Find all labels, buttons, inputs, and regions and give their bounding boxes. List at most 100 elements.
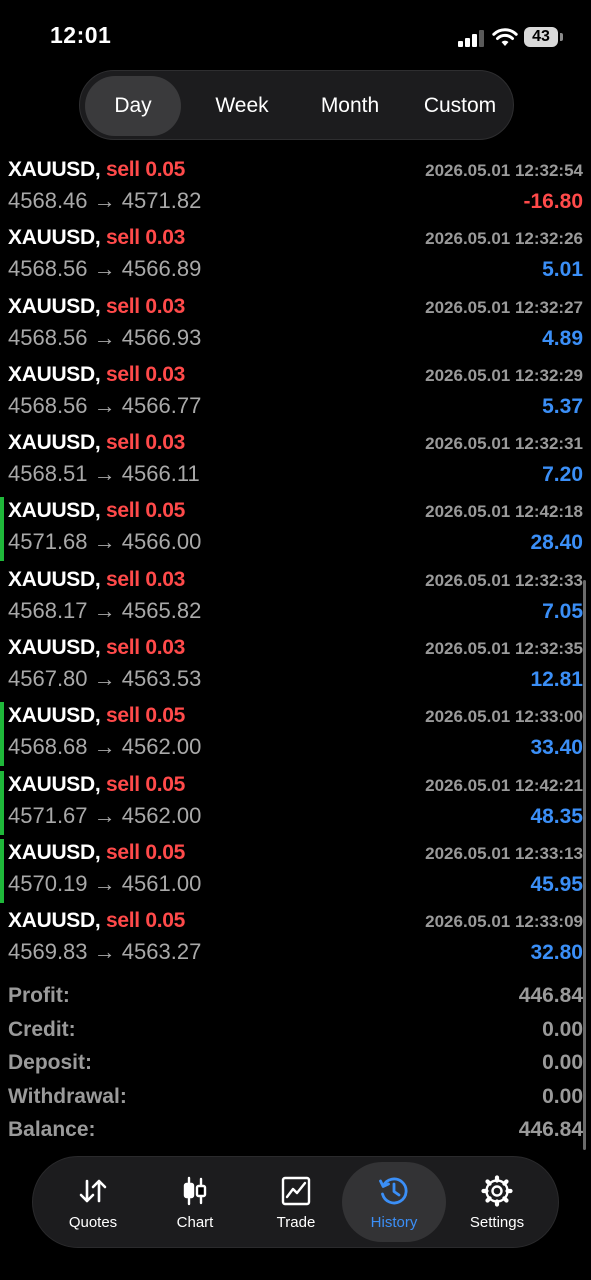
period-tab-day[interactable]: Day (85, 76, 181, 136)
arrow-right-icon: → (93, 188, 116, 213)
deal-symbol: XAUUSD, (8, 158, 101, 181)
deal-volume: 0.03 (145, 567, 186, 591)
tab-trade-label: Trade (276, 1213, 316, 1231)
summary-row-profit: Profit: 446.84 (0, 980, 591, 1014)
deal-side: sell (105, 567, 140, 591)
deal-open-price: 4568.46 (8, 188, 88, 213)
deal-prices: 4568.56 → 4566.93 (8, 325, 201, 351)
deal-open-price: 4568.56 (8, 392, 88, 418)
deal-row[interactable]: XAUUSD, sell 0.03 2026.05.01 12:32:29 4568… (0, 359, 591, 427)
deal-time: 2026.05.01 12:32:54 (425, 161, 583, 180)
arrow-right-icon: → (93, 870, 116, 896)
deal-volume: 0.05 (145, 772, 186, 796)
deal-open-price: 4567.80 (8, 666, 88, 692)
deal-title: XAUUSD, sell 0.05 (8, 499, 185, 523)
quotes-arrows-icon (79, 1179, 107, 1202)
deal-side: sell (105, 431, 140, 455)
deal-prices: 4570.19 → 4561.00 (8, 871, 201, 897)
deal-profit: 33.40 (530, 736, 583, 760)
deal-row[interactable]: XAUUSD, sell 0.05 2026.05.01 12:33:00 4568… (0, 700, 591, 768)
summary-label: Deposit: (8, 1051, 92, 1074)
deal-row[interactable]: XAUUSD, sell 0.05 2026.05.01 12:42:18 4571… (0, 495, 591, 563)
tab-chart[interactable]: Chart (143, 1162, 247, 1242)
bottom-tab-bar: Quotes Chart Trade History Settings (32, 1156, 559, 1248)
deal-time: 2026.05.01 12:32:29 (425, 365, 583, 385)
deal-close-price: 4561.00 (121, 870, 202, 896)
deal-prices: 4568.68 → 4562.00 (8, 734, 201, 760)
deal-close-price: 4565.82 (121, 597, 202, 623)
deal-title: XAUUSD, sell 0.05 (8, 704, 185, 728)
tab-history[interactable]: History (342, 1162, 446, 1242)
deal-time: 2026.05.01 12:32:31 (425, 434, 583, 454)
deal-time: 2026.05.01 12:42:18 (425, 502, 583, 522)
period-tab-month[interactable]: Month (300, 76, 400, 136)
deal-row[interactable]: XAUUSD, sell 0.05 2026.05.01 12:42:21 4571… (0, 769, 591, 837)
deal-row[interactable]: XAUUSD, sell 0.03 2026.05.01 12:32:35 4567… (0, 632, 591, 700)
deal-symbol: XAUUSD, (8, 362, 101, 386)
summary-row-withdrawal: Withdrawal: 0.00 (0, 1081, 591, 1115)
deal-symbol: XAUUSD, (8, 840, 101, 864)
deal-side: sell (105, 772, 140, 796)
tab-quotes[interactable]: Quotes (41, 1162, 145, 1242)
deal-prices: 4568.56 → 4566.89 (8, 256, 201, 282)
deal-close-price: 4563.27 (121, 939, 202, 965)
deal-side: sell (105, 294, 140, 318)
deal-close-price: 4566.89 (121, 256, 202, 282)
deal-open-price: 4568.56 (8, 256, 88, 282)
deal-row[interactable]: XAUUSD, sell 0.03 2026.05.01 12:32:27 4568… (0, 291, 591, 359)
wifi-icon (492, 28, 518, 46)
deal-profit: 7.05 (542, 599, 583, 623)
deal-close-price: 4566.93 (121, 324, 202, 350)
deal-title: XAUUSD, sell 0.05 (8, 158, 185, 182)
tab-settings[interactable]: Settings (445, 1162, 549, 1242)
deal-volume: 0.05 (145, 704, 186, 728)
deal-volume: 0.03 (145, 294, 186, 318)
deal-symbol: XAUUSD, (8, 704, 101, 728)
summary-label: Withdrawal: (8, 1084, 127, 1108)
period-segmented-control: Day Week Month Custom (79, 70, 514, 140)
deal-open-price: 4568.17 (8, 597, 88, 623)
tab-chart-label: Chart (176, 1213, 214, 1231)
deal-row[interactable]: XAUUSD, sell 0.05 2026.05.01 12:33:09 4569… (0, 905, 591, 973)
deals-list: XAUUSD, sell 0.05 2026.05.01 12:32:54 4568… (0, 154, 591, 974)
deal-profit: 12.81 (530, 668, 583, 692)
summary-row-credit: Credit: 0.00 (0, 1014, 591, 1048)
deal-time: 2026.05.01 12:32:35 (425, 639, 583, 659)
deal-row[interactable]: XAUUSD, sell 0.05 2026.05.01 12:33:13 4570… (0, 837, 591, 905)
scrollbar[interactable] (583, 580, 586, 1150)
summary-value: 446.84 (518, 984, 583, 1007)
deal-close-price: 4562.00 (121, 802, 202, 828)
tab-history-label: History (370, 1213, 418, 1231)
arrow-right-icon: → (93, 256, 116, 282)
deal-profit: 4.89 (542, 326, 583, 350)
deal-prices: 4568.17 → 4565.82 (8, 598, 201, 624)
deal-time: 2026.05.01 12:42:21 (425, 775, 583, 795)
deal-close-price: 4566.11 (121, 461, 200, 487)
status-bar: 12:01 43 (0, 0, 591, 70)
deal-row[interactable]: XAUUSD, sell 0.03 2026.05.01 12:32:33 4568… (0, 564, 591, 632)
deal-volume: 0.03 (145, 431, 186, 455)
deal-side: sell (105, 499, 140, 523)
arrow-right-icon: → (93, 802, 116, 828)
arrow-right-icon: → (93, 461, 116, 487)
deal-close-price: 4571.82 (121, 188, 202, 213)
deal-open-price: 4568.51 (8, 461, 88, 487)
deal-side: sell (105, 909, 140, 933)
period-tab-week[interactable]: Week (192, 76, 292, 136)
summary-value: 0.00 (542, 1051, 583, 1074)
deal-row[interactable]: XAUUSD, sell 0.03 2026.05.01 12:32:31 4568… (0, 427, 591, 495)
period-tab-custom[interactable]: Custom (410, 76, 510, 136)
arrow-right-icon: → (93, 529, 116, 555)
deal-symbol: XAUUSD, (8, 226, 101, 250)
deal-row[interactable]: XAUUSD, sell 0.03 2026.05.01 12:32:26 4568… (0, 222, 591, 290)
deal-row[interactable]: XAUUSD, sell 0.05 2026.05.01 12:32:54 4568… (0, 154, 591, 222)
tab-trade[interactable]: Trade (244, 1162, 348, 1242)
deal-time: 2026.05.01 12:33:00 (425, 707, 583, 727)
deal-profit: 32.80 (530, 941, 583, 965)
summary-value: 0.00 (542, 1084, 583, 1108)
summary-row-balance: Balance: 446.84 (0, 1114, 591, 1148)
deal-open-price: 4568.68 (8, 734, 88, 760)
deal-time: 2026.05.01 12:33:09 (425, 912, 583, 932)
deal-prices: 4568.51 → 4566.11 (8, 461, 200, 487)
deal-volume: 0.03 (145, 362, 186, 386)
